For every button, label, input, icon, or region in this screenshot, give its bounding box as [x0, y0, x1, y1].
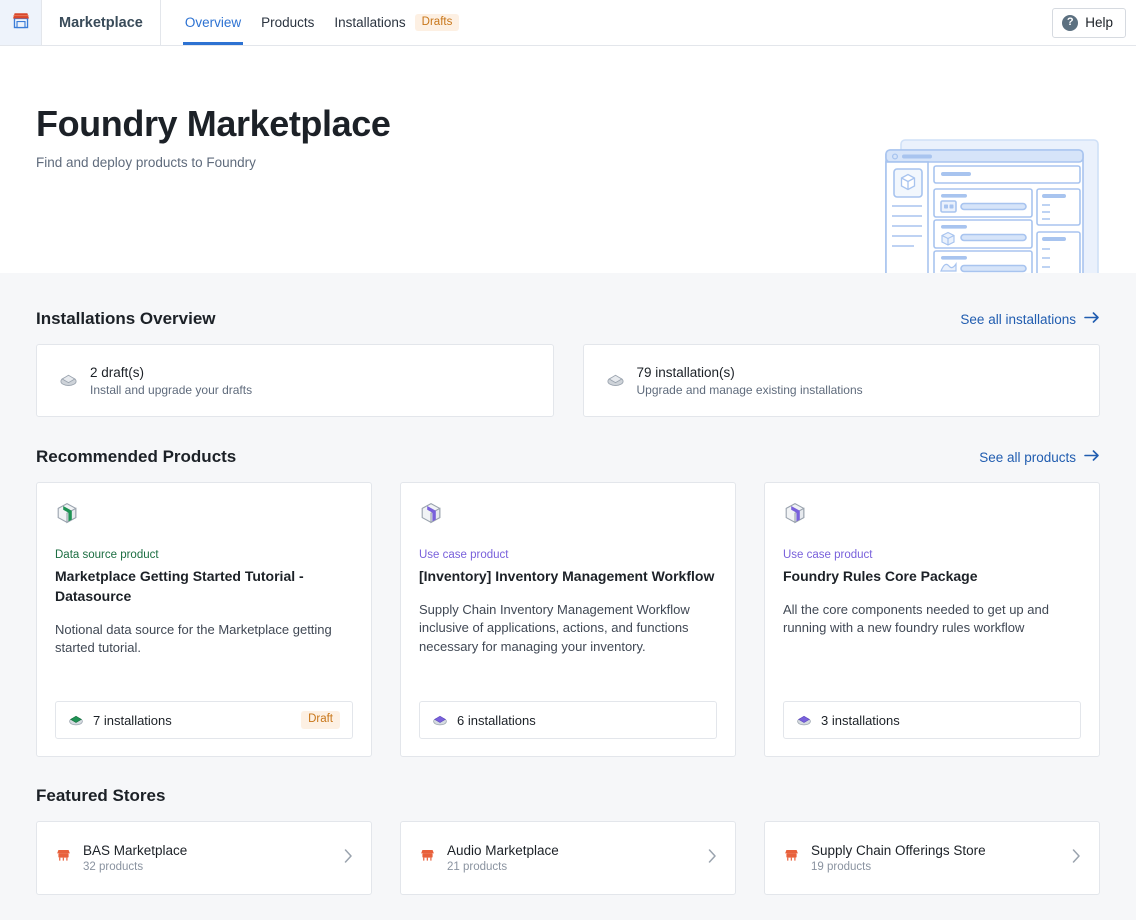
featured-stores-grid: BAS Marketplace 32 products Audio Market… — [36, 821, 1100, 895]
tab-overview[interactable]: Overview — [175, 0, 251, 45]
store-name: BAS Marketplace — [83, 843, 188, 858]
green-disc-icon — [68, 711, 84, 730]
product-description: Supply Chain Inventory Management Workfl… — [419, 601, 690, 655]
installations-section-title: Installations Overview — [36, 309, 216, 328]
hero-section: Foundry Marketplace Find and deploy prod… — [0, 46, 1136, 273]
purple-package-icon — [783, 501, 1081, 530]
installations-card-texts: 79 installation(s) Upgrade and manage ex… — [637, 365, 863, 397]
product-description: All the core components needed to get up… — [783, 601, 1049, 636]
brand-title: Marketplace — [42, 0, 161, 45]
purple-disc-icon — [432, 711, 448, 730]
recommended-products-grid: Data source product Marketplace Getting … — [36, 482, 1100, 757]
gray-disc-icon — [606, 369, 625, 393]
tab-installations[interactable]: Installations Drafts — [324, 0, 469, 45]
help-container: ? Help — [1052, 0, 1136, 45]
main-content: Installations Overview See all installat… — [0, 309, 1136, 895]
featured-stores-section-title: Featured Stores — [36, 786, 166, 805]
product-installs-label: 7 installations — [93, 712, 172, 728]
product-installs: 6 installations — [432, 711, 536, 730]
installations-card-subtitle: Upgrade and manage existing installation… — [636, 382, 863, 397]
help-button[interactable]: ? Help — [1052, 7, 1126, 38]
marketplace-logo-button[interactable] — [0, 0, 42, 45]
product-name: Foundry Rules Core Package — [783, 568, 978, 584]
product-footer[interactable]: 3 installations — [783, 701, 1081, 739]
see-all-installations-label: See all installations — [960, 311, 1076, 327]
marketplace-app-window-illustration — [884, 138, 1100, 273]
product-card[interactable]: Use case product Foundry Rules Core Pack… — [764, 482, 1100, 757]
product-card[interactable]: Use case product [Inventory] Inventory M… — [400, 482, 736, 757]
drafts-badge[interactable]: Drafts — [414, 13, 460, 32]
store-icon — [783, 847, 800, 869]
product-footer[interactable]: 6 installations — [419, 701, 717, 739]
store-card-audio-marketplace[interactable]: Audio Marketplace 21 products — [400, 821, 736, 895]
chevron-right-icon — [344, 849, 353, 867]
installations-card-subtitle: Install and upgrade your drafts — [90, 382, 253, 397]
store-product-count: 32 products — [83, 861, 144, 873]
see-all-products-link[interactable]: See all products — [979, 449, 1100, 465]
top-navigation-bar: Marketplace Overview Products Installati… — [0, 0, 1136, 46]
product-installs-label: 3 installations — [821, 712, 900, 728]
product-draft-badge: Draft — [301, 711, 340, 729]
store-name: Supply Chain Offerings Store — [811, 843, 986, 858]
chevron-right-icon — [1072, 849, 1081, 867]
recommended-section-title: Recommended Products — [36, 447, 237, 466]
arrow-right-icon — [1084, 449, 1100, 465]
installations-card-installations[interactable]: 79 installation(s) Upgrade and manage ex… — [582, 344, 1100, 417]
store-icon — [419, 847, 436, 869]
store-card-texts: Supply Chain Offerings Store 19 products — [811, 843, 1061, 873]
installations-section-header: Installations Overview See all installat… — [36, 309, 1100, 329]
help-button-label: Help — [1085, 15, 1113, 30]
store-product-count: 21 products — [447, 861, 508, 873]
installations-card-title: 79 installation(s) — [636, 364, 735, 380]
purple-disc-icon — [796, 711, 812, 730]
green-package-icon — [55, 501, 353, 530]
store-icon — [55, 847, 72, 869]
product-kind-label: Use case product — [419, 549, 509, 561]
product-name: Marketplace Getting Started Tutorial - D… — [55, 568, 304, 604]
product-card[interactable]: Data source product Marketplace Getting … — [36, 482, 372, 757]
installations-card-drafts[interactable]: 2 draft(s) Install and upgrade your draf… — [36, 344, 554, 417]
installations-card-texts: 2 draft(s) Install and upgrade your draf… — [90, 365, 252, 397]
store-name: Audio Marketplace — [447, 843, 559, 858]
store-card-supply-chain-offerings-store[interactable]: Supply Chain Offerings Store 19 products — [764, 821, 1100, 895]
chevron-right-icon — [708, 849, 717, 867]
tab-installations-label: Installations — [334, 15, 406, 30]
product-installs: 7 installations — [68, 711, 172, 730]
nav-tabs: Overview Products Installations Drafts — [161, 0, 470, 45]
marketplace-store-icon — [10, 9, 32, 36]
question-circle-icon: ? — [1062, 14, 1079, 31]
arrow-right-icon — [1084, 311, 1100, 327]
recommended-section-header: Recommended Products See all products — [36, 447, 1100, 467]
product-installs: 3 installations — [796, 711, 900, 730]
featured-stores-section-header: Featured Stores — [36, 786, 1100, 806]
store-card-bas-marketplace[interactable]: BAS Marketplace 32 products — [36, 821, 372, 895]
product-installs-label: 6 installations — [457, 712, 536, 728]
product-footer[interactable]: 7 installations Draft — [55, 701, 353, 739]
gray-disc-icon — [59, 369, 78, 393]
tab-overview-label: Overview — [184, 15, 242, 30]
product-description: Notional data source for the Marketplace… — [55, 621, 332, 656]
tab-products-label: Products — [261, 15, 315, 30]
tab-products[interactable]: Products — [251, 0, 324, 45]
see-all-installations-link[interactable]: See all installations — [960, 311, 1100, 327]
product-name: [Inventory] Inventory Management Workflo… — [419, 568, 715, 584]
product-kind-label: Use case product — [783, 549, 873, 561]
product-kind-label: Data source product — [55, 549, 159, 561]
installations-cards-grid: 2 draft(s) Install and upgrade your draf… — [36, 344, 1100, 417]
store-card-texts: Audio Marketplace 21 products — [447, 843, 697, 873]
store-product-count: 19 products — [811, 861, 872, 873]
store-card-texts: BAS Marketplace 32 products — [83, 843, 333, 873]
see-all-products-label: See all products — [979, 449, 1076, 465]
purple-package-icon — [419, 501, 717, 530]
installations-card-title: 2 draft(s) — [90, 364, 145, 380]
